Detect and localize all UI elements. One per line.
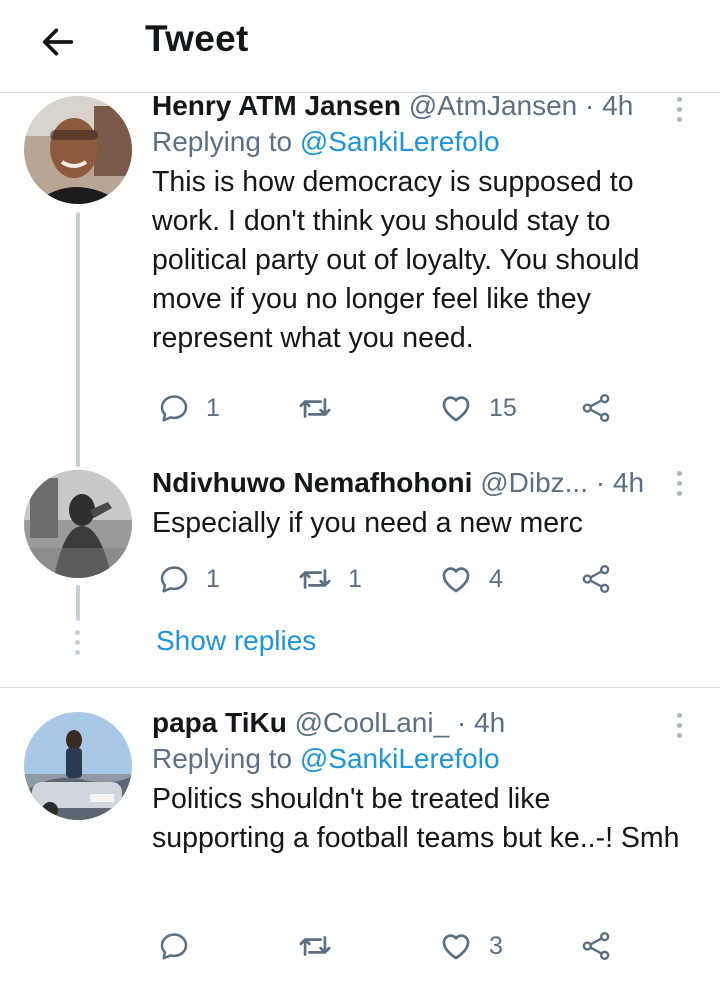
user-handle[interactable]: @Dibz...	[480, 467, 588, 498]
reply-icon	[158, 392, 190, 424]
retweet-icon	[298, 929, 332, 963]
share-button[interactable]	[580, 386, 612, 430]
thread-line	[76, 585, 80, 621]
share-icon	[580, 563, 612, 595]
like-count: 3	[489, 931, 503, 960]
separator-dot: ·	[585, 90, 595, 121]
reply-button[interactable]	[158, 924, 206, 968]
like-count: 15	[489, 393, 517, 422]
tweet-text: Politics shouldn't be treated like suppo…	[152, 783, 680, 854]
top-bar: Tweet	[0, 0, 720, 92]
replying-to-link[interactable]: @SankiLerefolo	[300, 126, 500, 157]
back-button[interactable]	[34, 20, 82, 64]
retweet-button[interactable]: 1	[298, 557, 362, 601]
avatar[interactable]	[24, 712, 132, 820]
tweet-actions: 1 15	[152, 386, 622, 430]
reply-button[interactable]: 1	[158, 557, 220, 601]
thread-line	[76, 212, 80, 467]
user-handle[interactable]: @CoolLani_	[295, 707, 450, 738]
like-count: 4	[489, 564, 503, 593]
tweet-actions: 3	[152, 924, 622, 968]
timestamp[interactable]: 4h	[474, 707, 505, 738]
display-name[interactable]: Henry ATM Jansen	[152, 90, 401, 121]
display-name[interactable]: papa TiKu	[152, 707, 287, 738]
separator-dot: ·	[595, 467, 606, 498]
tweet-header: Henry ATM Jansen @AtmJansen · 4h	[152, 89, 680, 123]
tweet-text: This is how democracy is supposed to wor…	[152, 166, 640, 354]
reply-button[interactable]: 1	[158, 386, 220, 430]
display-name[interactable]: Ndivhuwo Nemafhohoni	[152, 467, 472, 498]
user-handle[interactable]: @AtmJansen	[409, 90, 578, 121]
reply-icon	[158, 563, 190, 595]
more-button[interactable]	[668, 466, 690, 500]
timestamp[interactable]: 4h	[613, 467, 644, 498]
retweet-icon	[298, 562, 332, 596]
retweet-button[interactable]	[298, 924, 348, 968]
reply-icon	[158, 930, 190, 962]
tweet-text: Especially if you need a new merc	[152, 507, 583, 539]
section-divider	[0, 687, 720, 688]
retweet-button[interactable]	[298, 386, 348, 430]
more-button[interactable]	[668, 708, 690, 742]
arrow-left-icon	[42, 28, 74, 56]
page-title: Tweet	[145, 18, 249, 59]
replying-prefix: Replying to	[152, 126, 293, 157]
like-button[interactable]: 4	[439, 557, 503, 601]
more-button[interactable]	[668, 92, 690, 126]
replying-to-link[interactable]: @SankiLerefolo	[300, 743, 500, 774]
share-button[interactable]	[580, 924, 612, 968]
like-button[interactable]: 3	[439, 924, 503, 968]
tweet-actions: 1 1 4	[152, 557, 622, 601]
thread-ellipsis	[75, 630, 81, 655]
heart-icon	[439, 391, 473, 425]
replying-to: Replying to @SankiLerefolo	[152, 740, 680, 778]
reply-count: 1	[206, 564, 220, 593]
share-icon	[580, 930, 612, 962]
tweet-header: Ndivhuwo Nemafhohoni @Dibz... · 4h	[152, 466, 680, 500]
retweet-count: 1	[348, 564, 362, 593]
show-replies-link[interactable]: Show replies	[156, 625, 316, 657]
like-button[interactable]: 15	[439, 386, 517, 430]
replying-prefix: Replying to	[152, 743, 293, 774]
replying-to: Replying to @SankiLerefolo	[152, 123, 680, 161]
heart-icon	[439, 562, 473, 596]
retweet-icon	[298, 391, 332, 425]
heart-icon	[439, 929, 473, 963]
timestamp[interactable]: 4h	[602, 90, 633, 121]
share-button[interactable]	[580, 557, 612, 601]
share-icon	[580, 392, 612, 424]
reply-count: 1	[206, 393, 220, 422]
avatar[interactable]	[24, 470, 132, 578]
avatar[interactable]	[24, 96, 132, 204]
separator-dot: ·	[456, 707, 467, 738]
tweet-header: papa TiKu @CoolLani_ · 4h	[152, 706, 680, 740]
